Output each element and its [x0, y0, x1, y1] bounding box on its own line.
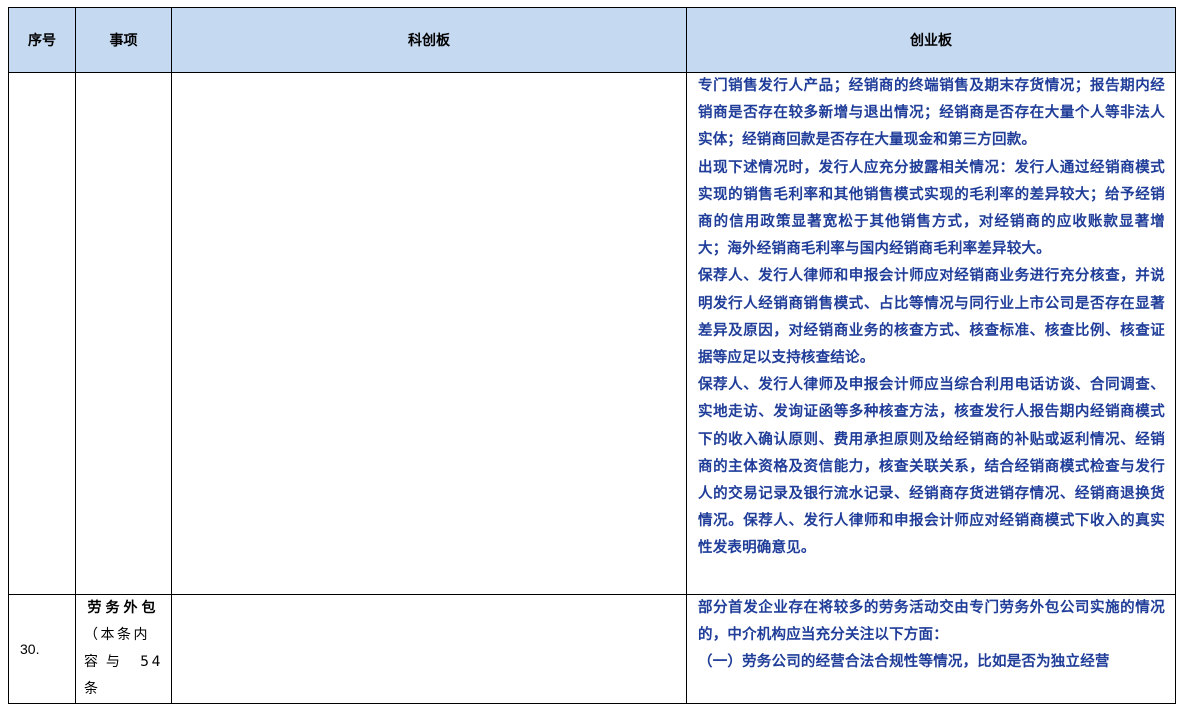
chuangye-paragraph: 出现下述情况时，发行人应充分披露相关情况：发行人通过经销商模式实现的销售毛利率和…	[698, 159, 1165, 258]
row-number	[8, 72, 76, 595]
row-item: 劳务外包 （本条内 容与 54 条	[75, 594, 172, 704]
row-kechuang	[171, 594, 687, 704]
header-item: 事项	[75, 7, 172, 73]
comparison-table: 序号 事项 科创板 创业板 专门销售发行人产品；经销商的终端销售及期末存货情况；…	[8, 7, 1176, 704]
header-row: 序号 事项 科创板 创业板	[8, 7, 1176, 73]
item-note-line: （本条内	[84, 627, 150, 643]
item-note-line: 容与 54 条	[84, 654, 163, 697]
table-row: 30. 劳务外包 （本条内 容与 54 条 部分首发企业存在将较多的劳务活动交由…	[8, 594, 1176, 704]
item-title: 劳务外包	[87, 600, 160, 616]
chuangye-paragraph: 部分首发企业存在将较多的劳务活动交由专门劳务外包公司实施的情况的，中介机构应当充…	[698, 600, 1165, 644]
row-kechuang	[171, 72, 687, 595]
row-chuangye: 专门销售发行人产品；经销商的终端销售及期末存货情况；报告期内经销商是否存在较多新…	[686, 72, 1176, 595]
header-number: 序号	[8, 7, 76, 73]
table-row: 专门销售发行人产品；经销商的终端销售及期末存货情况；报告期内经销商是否存在较多新…	[8, 72, 1176, 595]
header-kechuang: 科创板	[171, 7, 687, 73]
row-number: 30.	[8, 594, 76, 704]
row-item	[75, 72, 172, 595]
chuangye-paragraph: （一）劳务公司的经营合法合规性等情况，比如是否为独立经营	[698, 654, 1110, 671]
chuangye-paragraph: 保荐人、发行人律师和申报会计师应对经销商业务进行充分核查，并说明发行人经销商销售…	[698, 268, 1165, 367]
header-chuangye: 创业板	[686, 7, 1176, 73]
chuangye-paragraph: 保荐人、发行人律师及申报会计师应当综合利用电话访谈、合同调查、实地走访、发询证函…	[698, 377, 1165, 557]
chuangye-paragraph: 专门销售发行人产品；经销商的终端销售及期末存货情况；报告期内经销商是否存在较多新…	[698, 78, 1165, 149]
row-chuangye: 部分首发企业存在将较多的劳务活动交由专门劳务外包公司实施的情况的，中介机构应当充…	[686, 594, 1176, 704]
